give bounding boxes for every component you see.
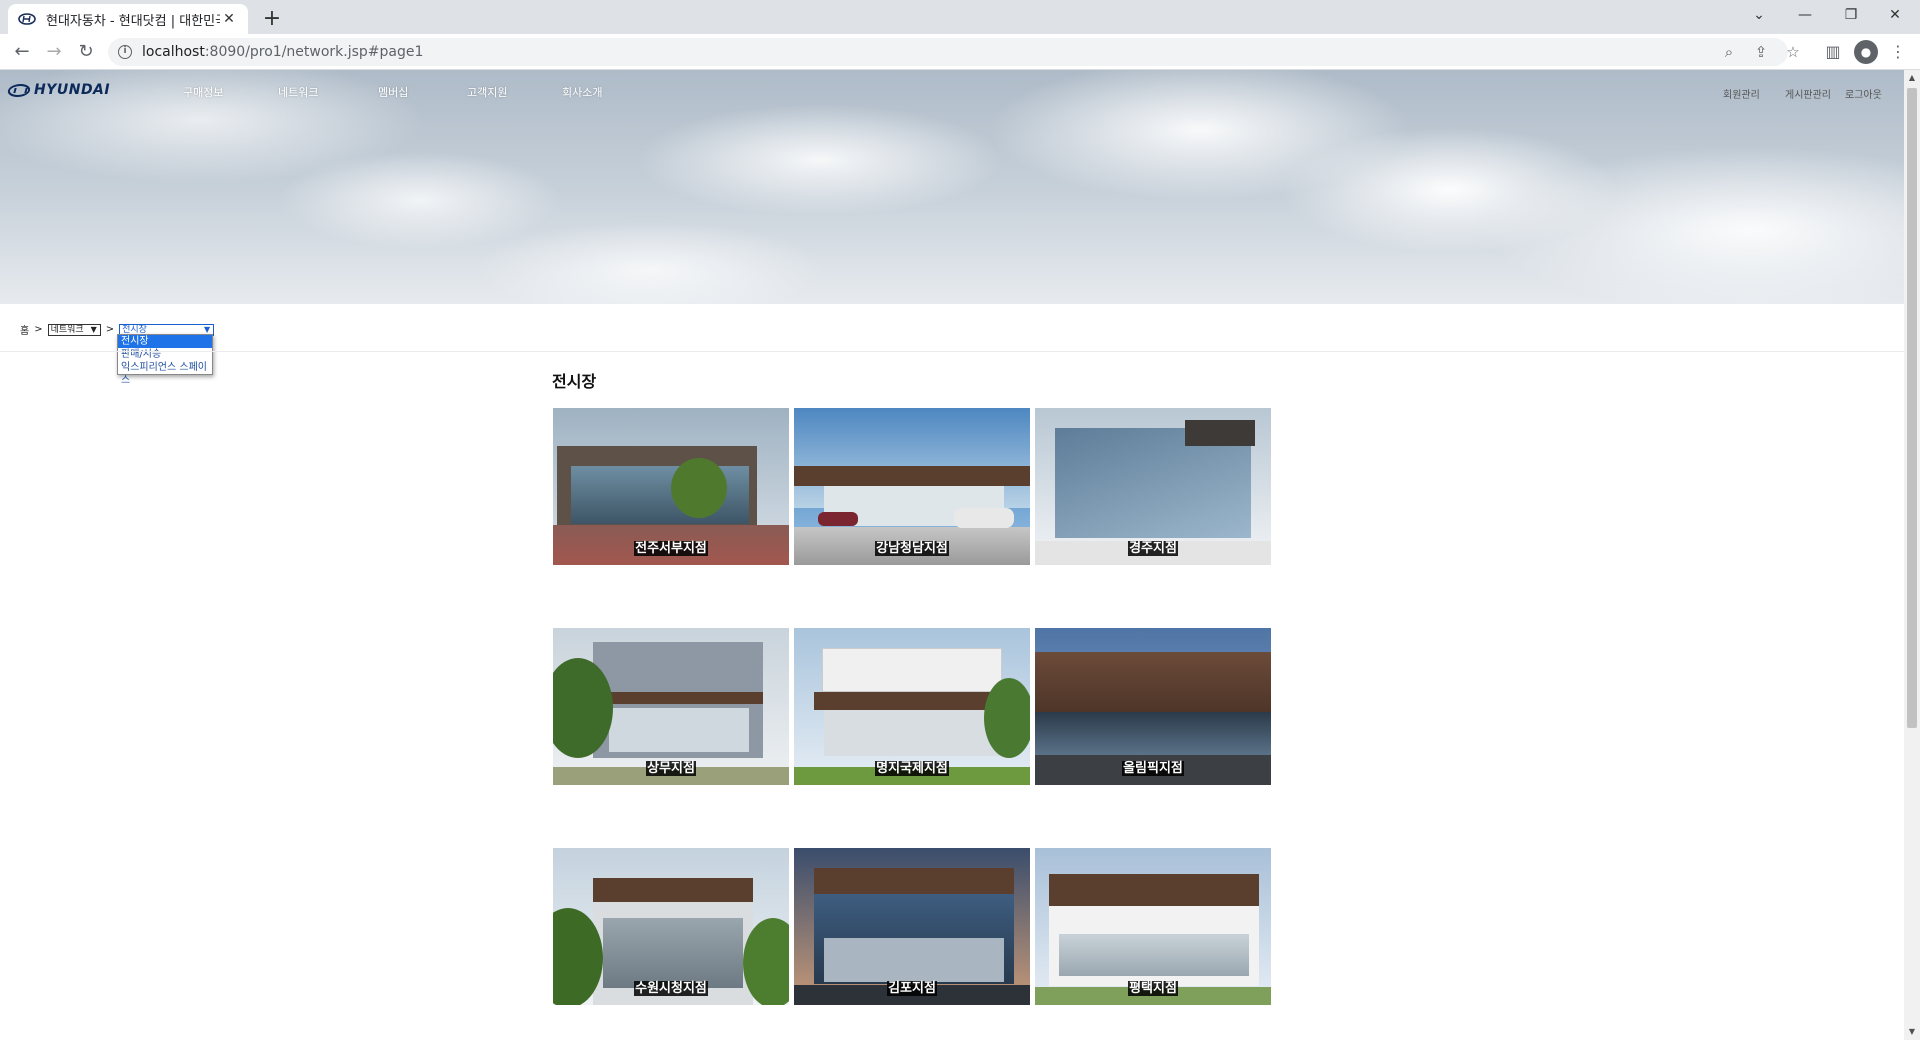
browser-tab-strip: 현대자동차 - 현대닷컴 | 대한민국 ✕ + ⌄ — ❐ ✕: [0, 0, 1920, 34]
branch-card[interactable]: 평택지점: [1035, 848, 1271, 1005]
side-panel-icon[interactable]: ▥: [1821, 40, 1845, 64]
profile-avatar-icon[interactable]: ●: [1854, 40, 1878, 64]
restore-button[interactable]: ❐: [1828, 0, 1874, 30]
branch-name: 경주지점: [1128, 541, 1178, 556]
forward-arrow-icon[interactable]: →: [42, 40, 66, 64]
browser-menu-icon[interactable]: ⋮: [1886, 40, 1910, 64]
tab-title: 현대자동차 - 현대닷컴 | 대한민국: [46, 13, 220, 29]
address-bar[interactable]: i localhost:8090/pro1/network.jsp#page1: [108, 38, 1788, 66]
dropdown-option-showroom[interactable]: 전시장: [118, 335, 212, 348]
scroll-up-arrow-icon[interactable]: ▲: [1904, 70, 1920, 86]
gnb-item-company[interactable]: 회사소개: [562, 84, 602, 100]
dropdown-option-sales[interactable]: 판매/시승: [118, 348, 212, 361]
category-select[interactable]: 네트워크 ▼: [47, 323, 101, 336]
branch-name: 수원시청지점: [634, 981, 708, 996]
share-icon[interactable]: ⇪: [1750, 41, 1772, 63]
util-member-admin[interactable]: 회원관리: [1723, 86, 1760, 101]
hyundai-logo[interactable]: HYUNDAI: [6, 82, 111, 98]
branch-card[interactable]: 상무지점: [553, 628, 789, 785]
back-arrow-icon[interactable]: ←: [10, 40, 34, 64]
dropdown-option-experience[interactable]: 익스피리언스 스페이스: [118, 361, 212, 386]
zoom-icon[interactable]: ⌕: [1718, 41, 1740, 63]
gnb-item-purchase[interactable]: 구매정보: [183, 84, 223, 100]
url-text: localhost:8090/pro1/network.jsp#page1: [142, 44, 424, 60]
chevron-down-icon: ▼: [203, 324, 211, 334]
page-viewport: HYUNDAI 구매정보 네트워크 멤버십 고객지원 회사소개 회원관리 게시판…: [0, 70, 1904, 1040]
util-board-admin[interactable]: 게시판관리: [1785, 86, 1831, 101]
scroll-down-arrow-icon[interactable]: ▼: [1904, 1024, 1920, 1040]
branch-card[interactable]: 경주지점: [1035, 408, 1271, 565]
scrollbar-thumb[interactable]: [1907, 88, 1917, 728]
hyundai-logo-icon: [6, 83, 32, 97]
branch-name: 김포지점: [887, 981, 937, 996]
branch-name: 상무지점: [646, 761, 696, 776]
browser-tab-active[interactable]: 현대자동차 - 현대닷컴 | 대한민국 ✕: [8, 4, 248, 34]
hyundai-favicon-icon: [18, 13, 36, 25]
branch-card[interactable]: 전주서부지점: [553, 408, 789, 565]
tab-search-chevron-icon[interactable]: ⌄: [1736, 0, 1782, 30]
page-scrollbar[interactable]: ▲ ▼: [1904, 70, 1920, 1040]
breadcrumb-home[interactable]: 홈: [20, 322, 29, 337]
new-tab-button[interactable]: +: [258, 6, 286, 34]
divider: [0, 351, 1904, 352]
branch-name: 전주서부지점: [634, 541, 708, 556]
branch-name: 평택지점: [1128, 981, 1178, 996]
site-info-icon[interactable]: i: [118, 45, 132, 59]
close-window-button[interactable]: ✕: [1872, 0, 1918, 30]
reload-icon[interactable]: ↻: [74, 40, 98, 64]
branch-name: 명지국제지점: [875, 761, 949, 776]
tab-close-icon[interactable]: ✕: [220, 10, 238, 28]
gnb-item-membership[interactable]: 멤버십: [378, 84, 408, 100]
hero-banner: HYUNDAI 구매정보 네트워크 멤버십 고객지원 회사소개 회원관리 게시판…: [0, 70, 1904, 304]
util-logout[interactable]: 로그아웃: [1845, 86, 1882, 101]
branch-card[interactable]: 올림픽지점: [1035, 628, 1271, 785]
branch-card[interactable]: 수원시청지점: [553, 848, 789, 1005]
branch-name: 강남청담지점: [875, 541, 949, 556]
logo-text: HYUNDAI: [34, 82, 111, 98]
branch-card[interactable]: 명지국제지점: [794, 628, 1030, 785]
branch-name: 올림픽지점: [1122, 761, 1184, 776]
bookmark-star-icon[interactable]: ☆: [1782, 41, 1804, 63]
page-title: 전시장: [552, 372, 597, 391]
subcategory-dropdown-list: 전시장 판매/시승 익스피리언스 스페이스: [117, 334, 213, 386]
chevron-down-icon: ▼: [90, 324, 97, 334]
gnb-item-network[interactable]: 네트워크: [278, 84, 318, 100]
minimize-button[interactable]: —: [1782, 0, 1828, 30]
branch-card[interactable]: 김포지점: [794, 848, 1030, 1005]
breadcrumb-separator: >: [105, 324, 115, 335]
branch-card[interactable]: 강남청담지점: [794, 408, 1030, 565]
gnb-item-support[interactable]: 고객지원: [467, 84, 507, 100]
breadcrumb-separator: >: [34, 324, 43, 335]
browser-toolbar: ← → ↻ i localhost:8090/pro1/network.jsp#…: [0, 34, 1920, 70]
